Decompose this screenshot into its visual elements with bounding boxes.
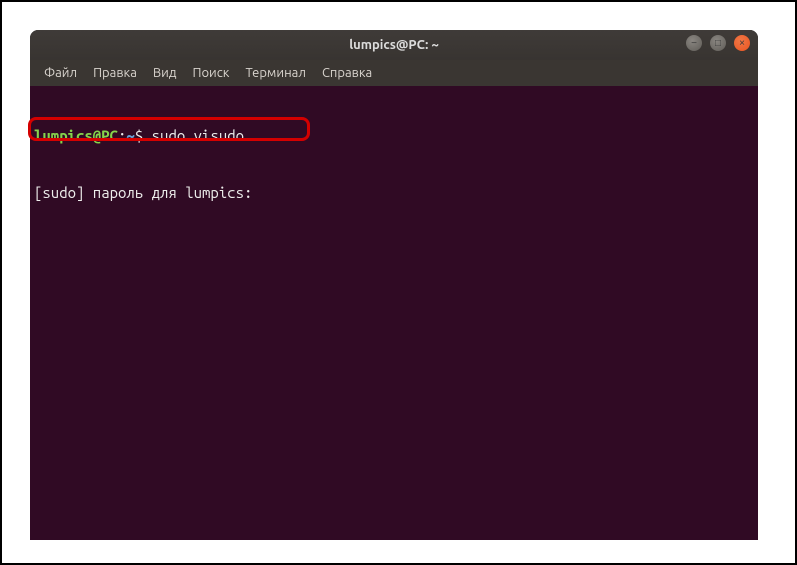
close-button[interactable]: ×	[734, 35, 750, 51]
minimize-button[interactable]: −	[686, 35, 702, 51]
prompt-dollar: $	[135, 127, 152, 144]
sudo-password-prompt: [sudo] пароль для lumpics:	[34, 183, 754, 202]
terminal-viewport[interactable]: lumpics@PC:~$ sudo visudo [sudo] пароль …	[30, 86, 758, 540]
prompt-path: ~	[126, 127, 134, 144]
menu-view[interactable]: Вид	[147, 64, 183, 82]
maximize-button[interactable]: □	[710, 35, 726, 51]
menu-edit[interactable]: Правка	[87, 64, 143, 82]
prompt-user-host: lumpics@PC	[34, 127, 118, 144]
window-titlebar[interactable]: lumpics@PC: ~ − □ ×	[30, 30, 758, 60]
window-controls: − □ ×	[686, 35, 750, 51]
menu-terminal[interactable]: Терминал	[239, 64, 311, 82]
entered-command: sudo visudo	[152, 127, 244, 144]
window-title: lumpics@PC: ~	[349, 38, 439, 52]
menu-search[interactable]: Поиск	[186, 64, 235, 82]
menu-file[interactable]: Файл	[38, 64, 83, 82]
menu-bar: Файл Правка Вид Поиск Терминал Справка	[30, 60, 758, 86]
terminal-line-1: lumpics@PC:~$ sudo visudo	[34, 126, 754, 145]
terminal-window: lumpics@PC: ~ − □ × Файл Правка Вид Поис…	[30, 30, 758, 540]
menu-help[interactable]: Справка	[316, 64, 378, 82]
